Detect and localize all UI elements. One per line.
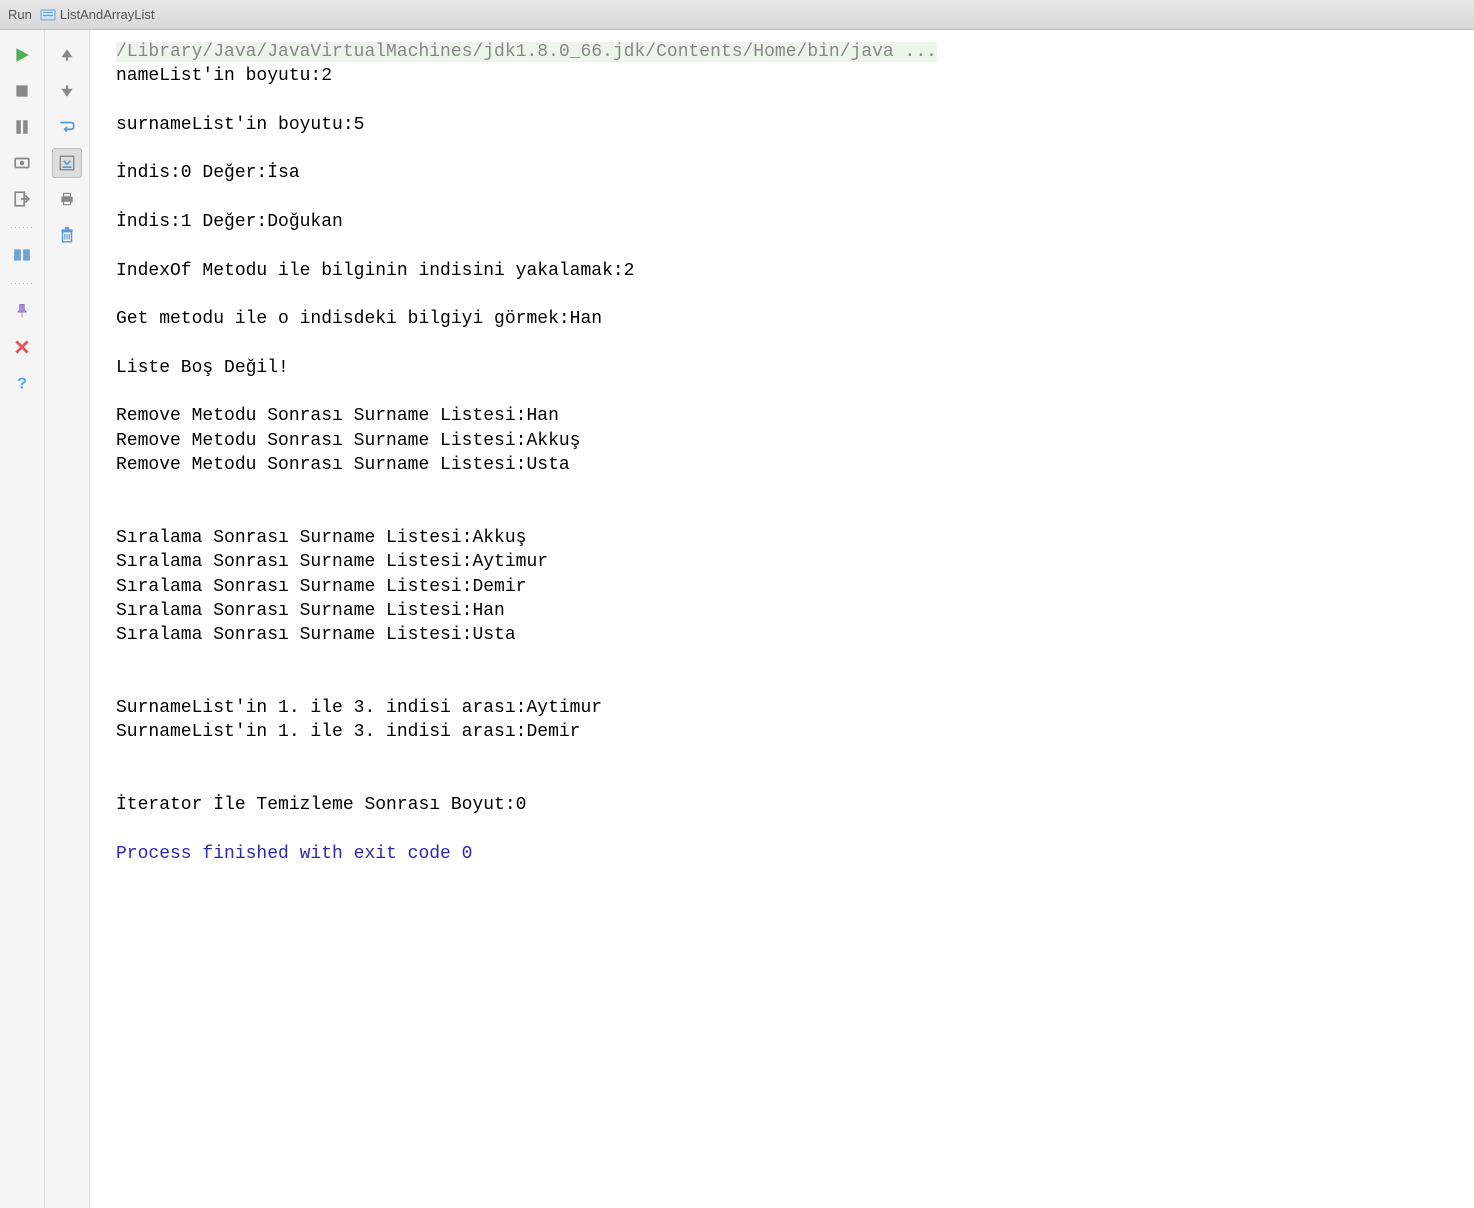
toolbar-separator: ······ xyxy=(10,278,34,288)
console-output[interactable]: /Library/Java/JavaVirtualMachines/jdk1.8… xyxy=(90,30,1474,1208)
run-config-icon xyxy=(40,7,56,23)
stop-button[interactable] xyxy=(7,76,37,106)
run-panel-header: Run ListAndArrayList xyxy=(0,0,1474,30)
toolbar-column-left: ······ ······ ? xyxy=(0,30,45,1208)
pin-button[interactable] xyxy=(7,296,37,326)
help-button[interactable]: ? xyxy=(7,368,37,398)
svg-text:?: ? xyxy=(17,376,27,392)
pause-button[interactable] xyxy=(7,112,37,142)
close-button[interactable] xyxy=(7,332,37,362)
toolbar-separator: ······ xyxy=(10,222,34,232)
run-label: Run xyxy=(8,7,32,22)
soft-wrap-button[interactable] xyxy=(52,112,82,142)
toolbar-column-right xyxy=(45,30,90,1208)
down-button[interactable] xyxy=(52,76,82,106)
command-line: /Library/Java/JavaVirtualMachines/jdk1.8… xyxy=(116,42,937,62)
run-panel-body: ······ ······ ? xyxy=(0,30,1474,1208)
scroll-to-end-button[interactable] xyxy=(52,148,82,178)
layout-button[interactable] xyxy=(7,240,37,270)
run-button[interactable] xyxy=(7,40,37,70)
clear-all-button[interactable] xyxy=(52,220,82,250)
process-exit-line: Process finished with exit code 0 xyxy=(116,844,472,864)
console-text: nameList'in boyutu:2 surnameList'in boyu… xyxy=(116,66,634,815)
up-button[interactable] xyxy=(52,40,82,70)
print-button[interactable] xyxy=(52,184,82,214)
run-config-title: ListAndArrayList xyxy=(60,7,155,22)
dump-threads-button[interactable] xyxy=(7,148,37,178)
exit-button[interactable] xyxy=(7,184,37,214)
